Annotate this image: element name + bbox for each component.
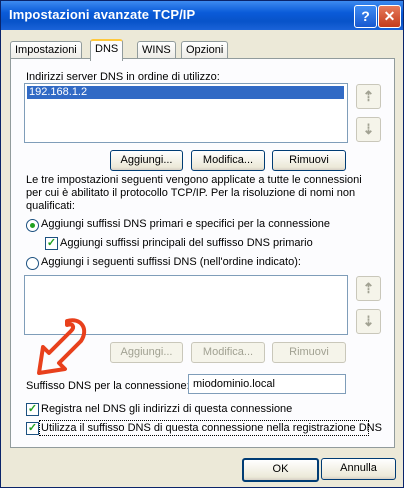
connection-suffix-input[interactable]: miodominio.local	[188, 374, 346, 394]
suffix-move-up-button[interactable]: ⇡	[356, 276, 381, 301]
tab-ip-settings[interactable]: Impostazioni IP	[10, 41, 82, 73]
checkbox-register-label[interactable]: Registra nel DNS gli indirizzi di questa…	[41, 403, 292, 415]
settings-description: Le tre impostazioni seguenti vengono app…	[26, 174, 362, 212]
arrow-down-icon: ⇣	[362, 121, 375, 137]
edit-suffix-button[interactable]: Modifica...	[191, 342, 265, 363]
checkbox-use-suffix-label[interactable]: Utilizza il suffisso DNS di questa conne…	[41, 422, 382, 434]
close-button[interactable]: ✕	[378, 5, 401, 28]
tab-wins[interactable]: WINS	[137, 41, 176, 59]
arrow-up-icon: ⇡	[362, 88, 375, 104]
cancel-button[interactable]: Annulla	[321, 458, 396, 480]
tab-dns[interactable]: DNS	[90, 39, 124, 61]
edit-server-button[interactable]: Modifica...	[191, 150, 265, 171]
checkbox-use-suffix[interactable]: ✓	[26, 422, 39, 435]
list-item[interactable]: 192.168.1.2	[27, 86, 344, 99]
move-down-button[interactable]: ⇣	[356, 117, 381, 142]
checkbox-parent-label[interactable]: Aggiungi suffissi principali del suffiss…	[60, 237, 313, 249]
connection-suffix-label: Suffisso DNS per la connessione:	[26, 380, 190, 392]
arrow-up-icon: ⇡	[362, 280, 375, 296]
add-server-button[interactable]: Aggiungi...	[110, 150, 183, 171]
checkbox-parent-suffixes[interactable]: ✓	[45, 237, 58, 250]
radio-custom-suffixes[interactable]	[26, 257, 39, 270]
dialog-window: Impostazioni avanzate TCP/IP ? ✕ Imposta…	[0, 0, 404, 488]
dns-servers-label: Indirizzi server DNS in ordine di utiliz…	[26, 71, 220, 83]
tab-options[interactable]: Opzioni	[181, 41, 229, 59]
add-suffix-button[interactable]: Aggiungi...	[110, 342, 183, 363]
checkbox-register-dns[interactable]: ✓	[26, 403, 39, 416]
suffix-move-down-button[interactable]: ⇣	[356, 309, 381, 334]
arrow-down-icon: ⇣	[362, 313, 375, 329]
radio-primary-suffixes[interactable]	[26, 219, 39, 232]
radio-primary-label[interactable]: Aggiungi suffissi DNS primari e specific…	[41, 218, 330, 230]
annotation-arrow-icon	[37, 318, 87, 375]
dns-servers-list[interactable]: 192.168.1.2	[24, 83, 348, 143]
ok-button[interactable]: OK	[242, 458, 319, 482]
window-title: Impostazioni avanzate TCP/IP	[9, 7, 196, 22]
radio-custom-label[interactable]: Aggiungi i seguenti suffissi DNS (nell'o…	[41, 256, 301, 268]
remove-server-button[interactable]: Rimuovi	[272, 150, 346, 171]
help-button[interactable]: ?	[354, 5, 377, 28]
move-up-button[interactable]: ⇡	[356, 84, 381, 109]
remove-suffix-button[interactable]: Rimuovi	[272, 342, 346, 363]
title-bar[interactable]: Impostazioni avanzate TCP/IP ? ✕	[1, 1, 403, 30]
